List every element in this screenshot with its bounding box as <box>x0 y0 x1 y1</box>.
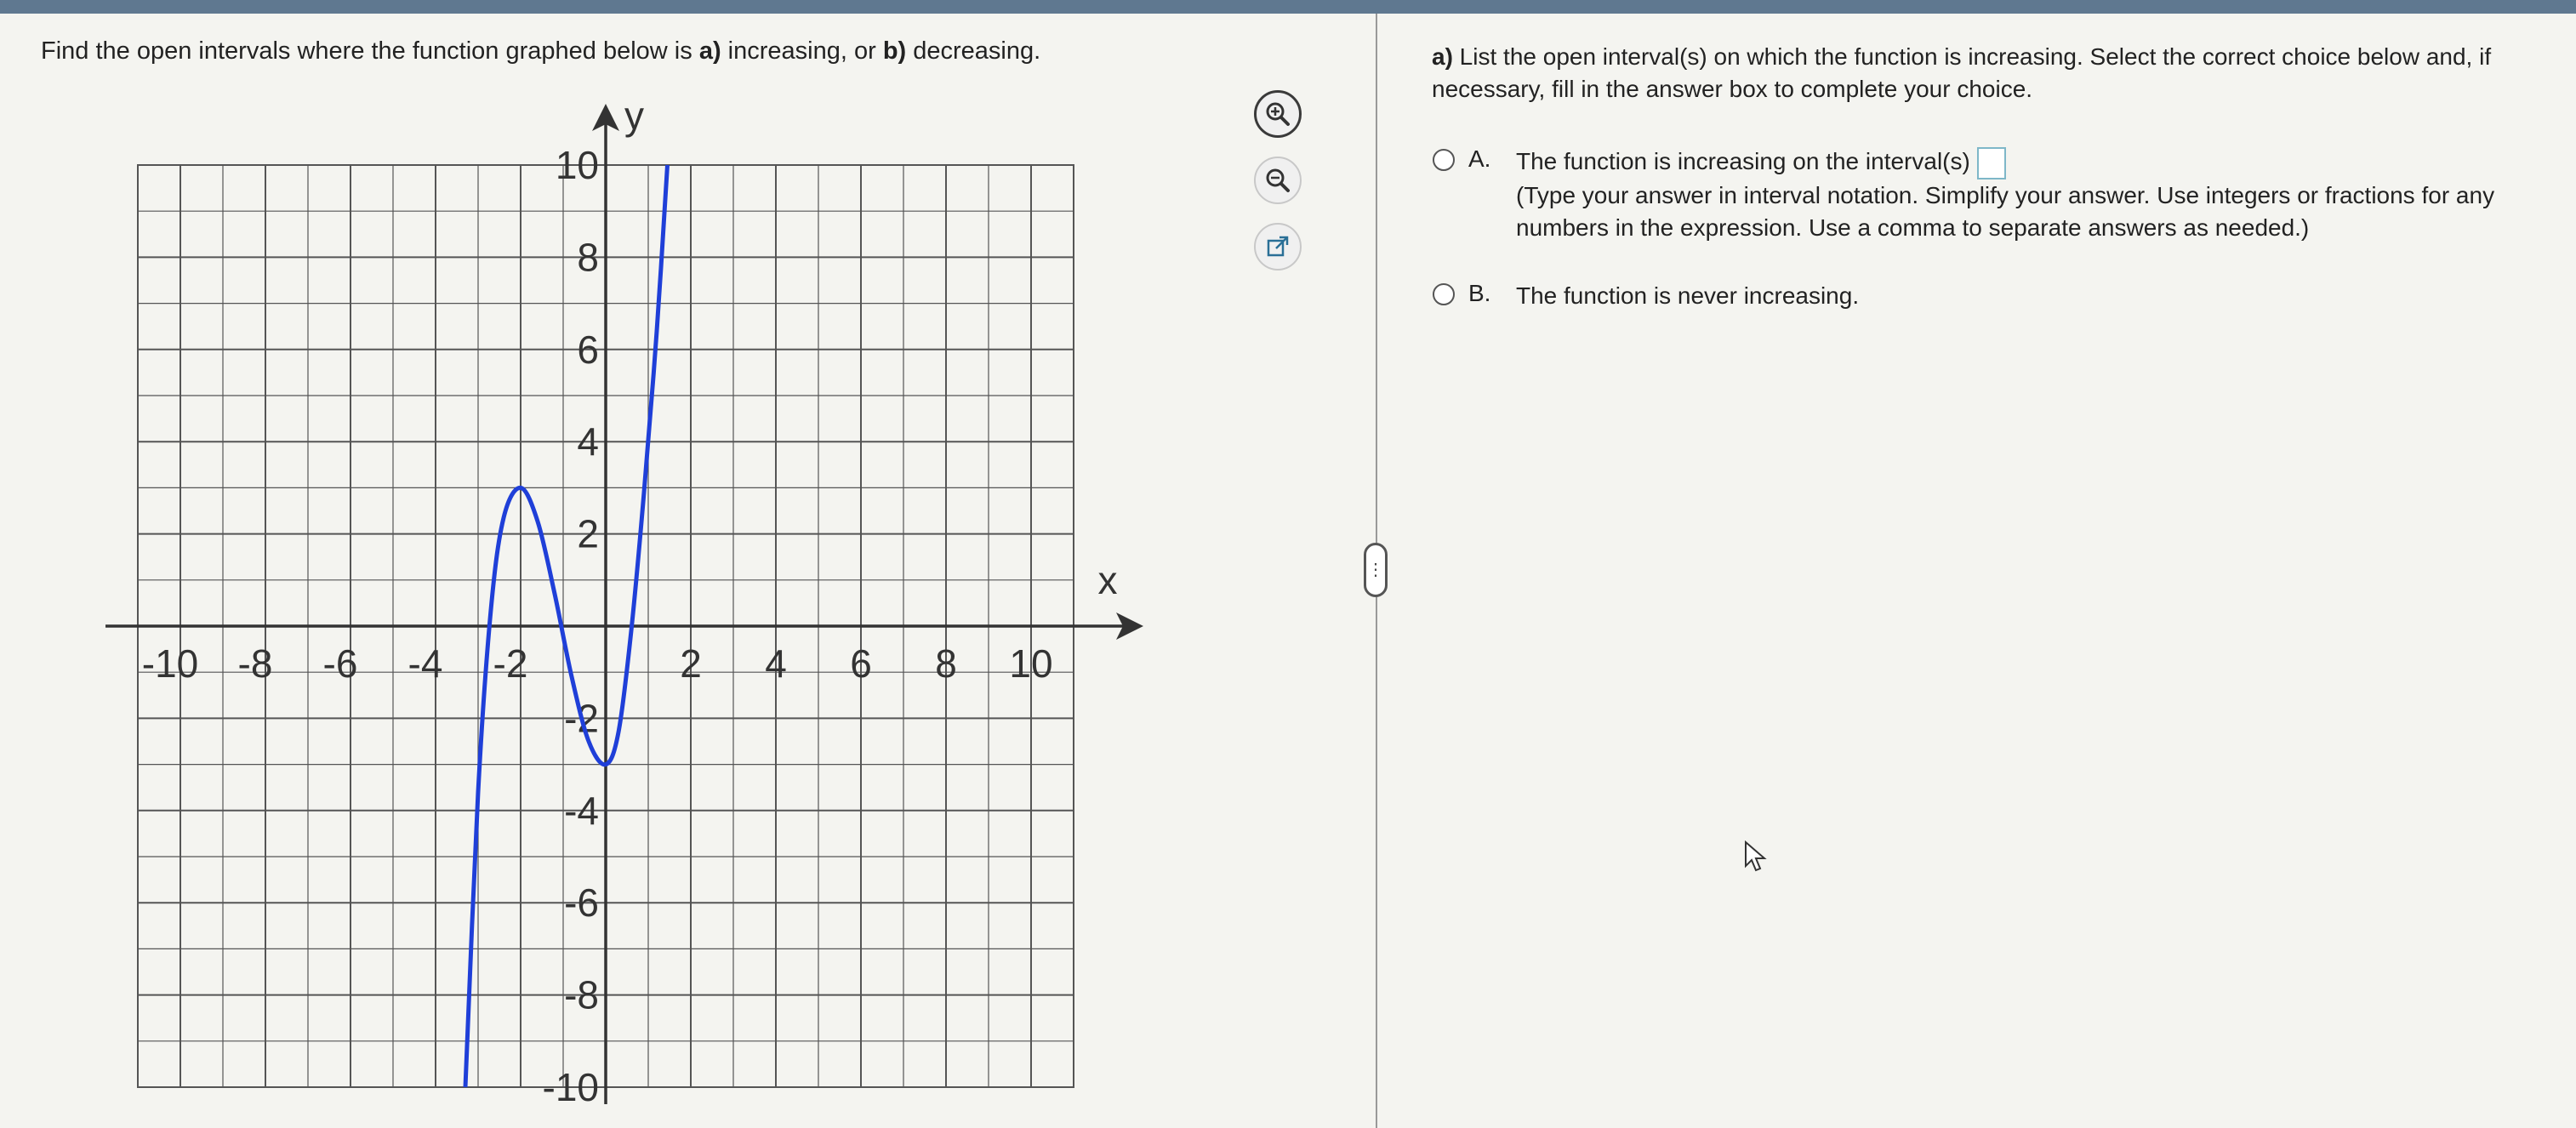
x-tick-label: -4 <box>408 641 443 686</box>
x-tick-label: 8 <box>935 641 957 686</box>
y-tick-label: 8 <box>577 235 599 279</box>
zoom-out-icon <box>1266 168 1290 192</box>
top-bar <box>0 0 2576 14</box>
function-graph: -10 -8 -6 -4 -2 2 4 6 8 10108642-2-4-6-8-10xy <box>105 94 1143 1109</box>
graph-tick-labels: -10 -8 -6 -4 -2 2 4 6 8 10108642-2-4-6-8-10xy <box>142 94 1118 1109</box>
y-tick-label: -8 <box>564 973 599 1017</box>
x-tick-label: -2 <box>493 641 528 686</box>
y-tick-label: -4 <box>564 789 599 833</box>
choice-a-radio[interactable] <box>1433 149 1455 171</box>
x-tick-label: -8 <box>238 641 273 686</box>
choice-b-letter: B. <box>1468 280 1491 306</box>
y-tick-label: 10 <box>556 143 599 187</box>
x-tick-label: 10 <box>1009 641 1052 686</box>
mouse-cursor-icon <box>1745 840 1767 872</box>
external-link-icon <box>1267 236 1289 257</box>
part-a-instruction: a) List the open interval(s) on which th… <box>1432 43 2492 102</box>
zoom-out-button[interactable] <box>1254 157 1302 204</box>
choice-a-content: The function is increasing on the interv… <box>1516 145 2564 244</box>
y-tick-label: 4 <box>577 419 599 464</box>
zoom-in-icon <box>1266 102 1290 126</box>
y-tick-label: 2 <box>577 512 599 556</box>
choice-b-radio[interactable] <box>1433 283 1455 305</box>
answer-pane: a) List the open interval(s) on which th… <box>1378 14 2576 1128</box>
graph-axes <box>105 104 1143 1104</box>
interval-answer-box[interactable] <box>1976 146 2006 179</box>
question-pane: Find the open intervals where the functi… <box>0 14 1374 1128</box>
y-tick-label: -10 <box>543 1065 599 1109</box>
choice-b[interactable]: B. The function is never increasing. <box>1433 280 1859 312</box>
x-tick-label: -6 <box>323 641 358 686</box>
x-tick-label: -10 <box>142 641 198 686</box>
x-tick-label: 4 <box>765 641 787 686</box>
choice-a[interactable]: A. The function is increasing on the int… <box>1433 145 2564 244</box>
choice-b-text: The function is never increasing. <box>1516 282 1860 309</box>
popout-button[interactable] <box>1254 223 1302 271</box>
choice-a-hint: (Type your answer in interval notation. … <box>1516 181 2495 241</box>
x-tick-label: 2 <box>680 641 702 686</box>
choice-a-letter: A. <box>1468 145 1491 172</box>
y-tick-label: 6 <box>577 328 599 372</box>
x-axis-label: x <box>1098 558 1118 602</box>
choice-a-text: The function is increasing on the interv… <box>1516 148 1970 174</box>
y-axis-label: y <box>624 94 644 138</box>
zoom-in-button[interactable] <box>1254 90 1302 138</box>
x-tick-label: 6 <box>850 641 872 686</box>
y-tick-label: -6 <box>564 880 599 925</box>
